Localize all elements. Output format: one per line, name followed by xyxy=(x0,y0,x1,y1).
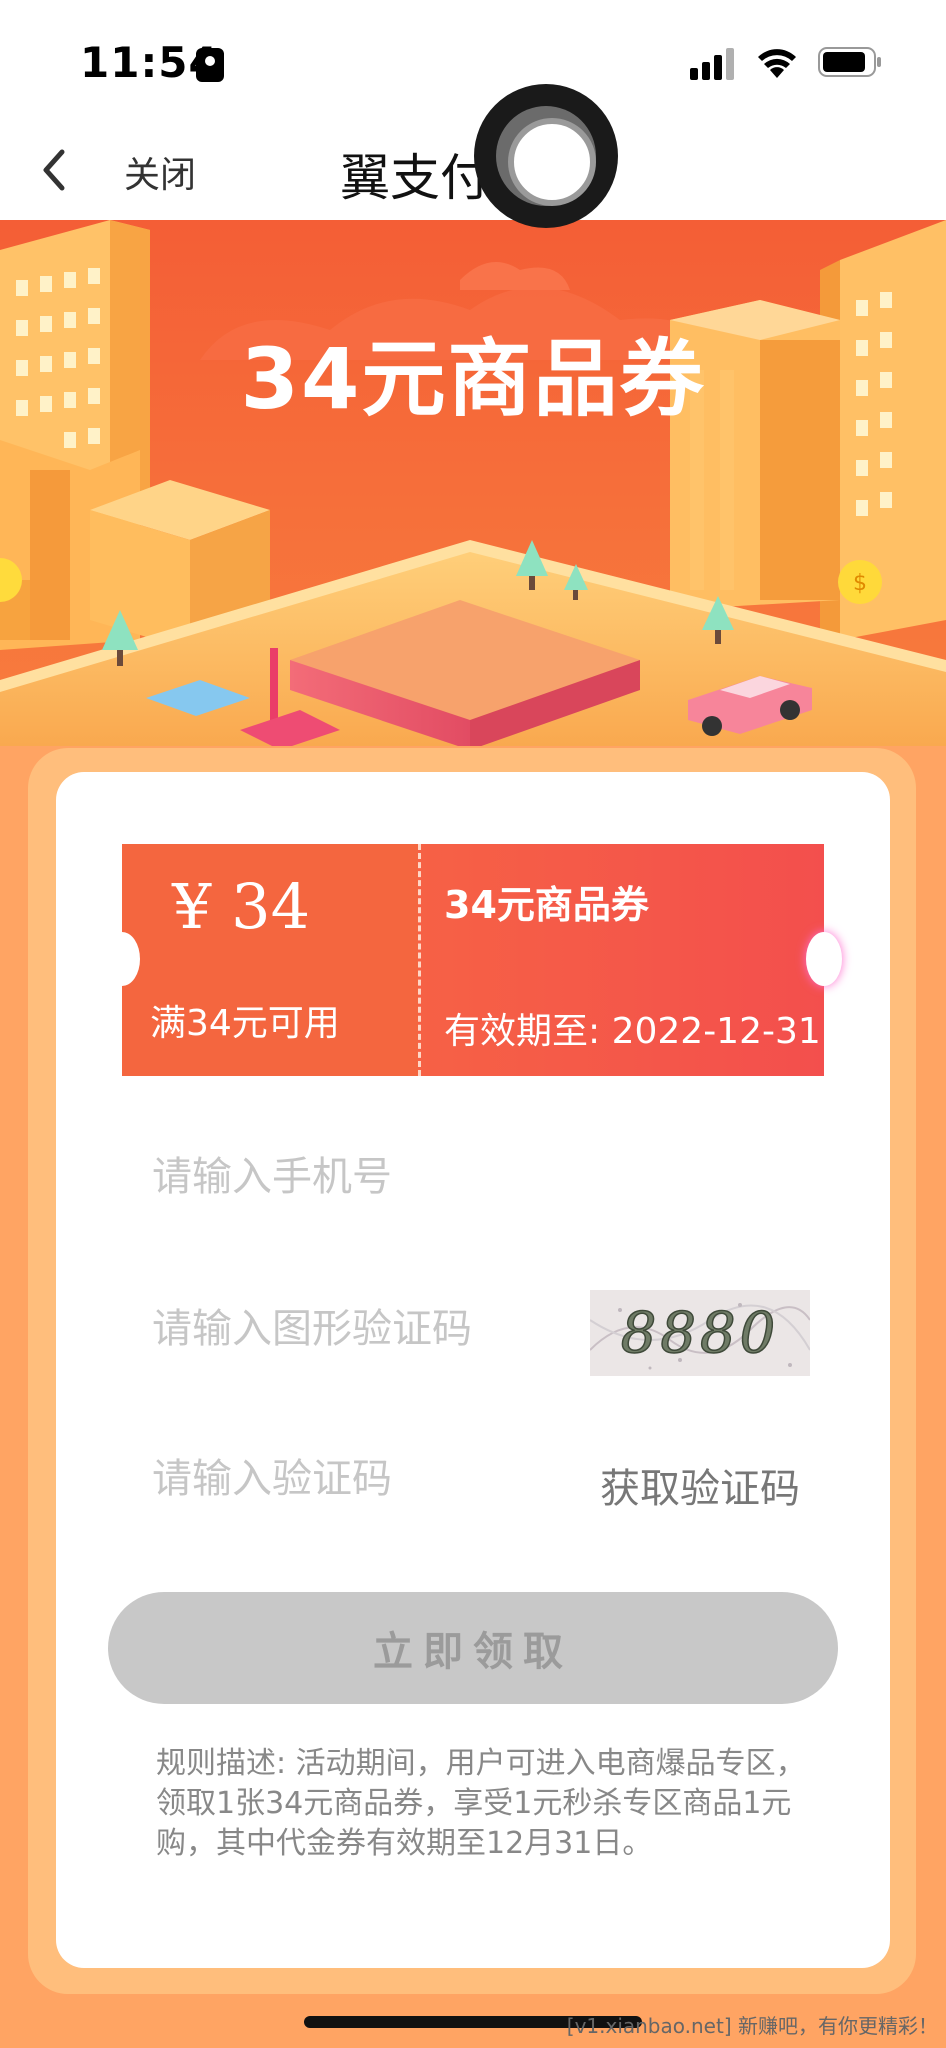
wifi-icon xyxy=(758,49,796,78)
captcha-image[interactable]: 8880 xyxy=(590,1290,810,1376)
page-title: 翼支付遇 礼 xyxy=(340,149,606,207)
promo-banner: $ 34元商品券 xyxy=(0,220,946,750)
signal-icon xyxy=(690,48,734,80)
coupon-notch-left xyxy=(104,932,140,986)
banner-title: 34元商品券 xyxy=(240,330,706,428)
coupon-divider xyxy=(418,844,421,1076)
coupon-name: 34元商品券 xyxy=(444,883,649,927)
captcha-input[interactable] xyxy=(152,1306,592,1352)
nav-bar: 关闭 翼支付遇 礼 xyxy=(0,120,946,220)
captcha-text: 8880 xyxy=(621,1301,780,1366)
city-illustration: $ xyxy=(0,220,946,750)
phone-input[interactable] xyxy=(152,1154,792,1200)
coupon-ticket: ¥ 34 满34元可用 34元商品券 有效期至: 2022-12-31 xyxy=(104,844,842,1076)
portrait-lock-icon xyxy=(196,48,224,82)
screen-record-overlay-icon[interactable] xyxy=(474,84,618,228)
rules-description: 规则描述: 活动期间，用户可进入电商爆品专区，领取1张34元商品券，享受1元秒杀… xyxy=(156,1746,806,1861)
status-bar: 11:54 xyxy=(0,0,946,120)
coupon-notch-right xyxy=(806,932,842,986)
svg-text:$: $ xyxy=(853,571,867,596)
sms-code-input[interactable] xyxy=(152,1456,592,1502)
coupon-expiry: 有效期至: 2022-12-31 xyxy=(444,1011,821,1052)
battery-icon xyxy=(818,47,881,77)
claim-button[interactable]: 立即领取 xyxy=(108,1592,838,1704)
watermark: [v1.xianbao.net] 新赚吧，有你更精彩！ xyxy=(566,2014,938,2038)
coupon-condition: 满34元可用 xyxy=(150,1003,340,1044)
get-code-button[interactable]: 获取验证码 xyxy=(600,1456,800,1514)
coupon-amount: ¥ 34 xyxy=(172,870,311,943)
